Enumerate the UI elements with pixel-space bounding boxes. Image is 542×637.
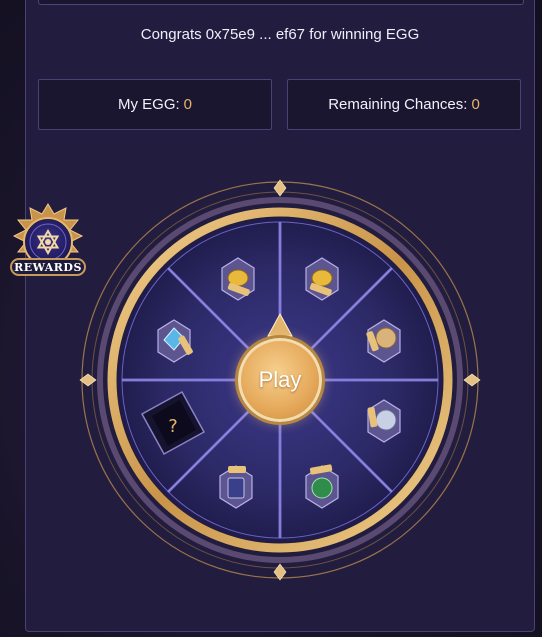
remaining-chances-label: Remaining Chances: <box>328 96 468 113</box>
gold-egg-icon <box>221 257 255 301</box>
winner-banner: Congrats 0x75e9 ... ef67 for winning EGG <box>140 26 420 43</box>
my-egg-box: My EGG: 0 <box>38 79 272 130</box>
top-bar <box>38 0 524 5</box>
svg-text:?: ? <box>168 416 178 437</box>
remaining-chances-value: 0 <box>471 96 480 113</box>
card-icon <box>219 465 253 509</box>
rewards-label[interactable]: REWARDS <box>10 258 86 276</box>
my-egg-value: 0 <box>183 96 192 113</box>
remaining-chances-box: Remaining Chances: 0 <box>287 79 521 130</box>
play-button[interactable]: Play <box>238 338 322 422</box>
my-egg-label: My EGG: <box>117 96 180 113</box>
gold-egg-icon <box>305 257 339 301</box>
